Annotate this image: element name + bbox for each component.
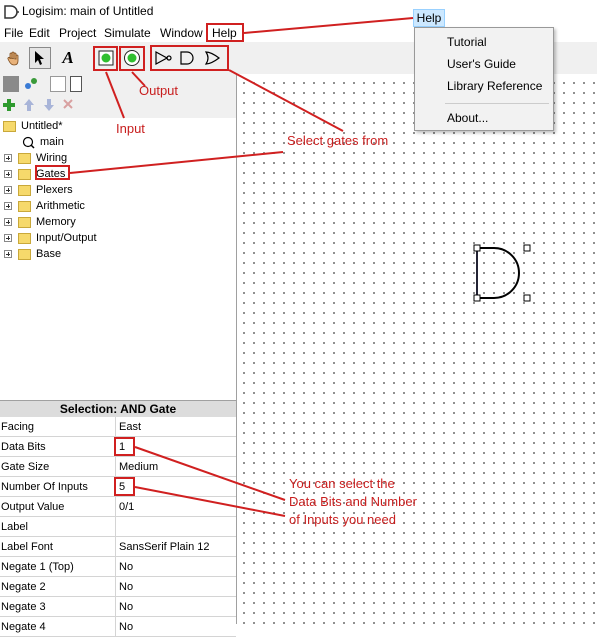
arrow-gates-library-line [69,151,284,174]
annotation-output: Output [139,83,179,98]
annotation-select-bits-3: of Inputs you need [289,512,396,527]
arrow-gates-toolbar-line [228,69,344,132]
annotation-arrows [69,17,414,517]
arrow-help-line [243,17,414,34]
annotation-select-gates: Select gates from [287,133,389,148]
arrow-input-line [105,71,125,119]
annotation-select-bits-1: You can select the [289,476,395,491]
annotation-input: Input [116,121,145,136]
annotation-select-bits-2: Data Bits and Number [289,494,417,509]
